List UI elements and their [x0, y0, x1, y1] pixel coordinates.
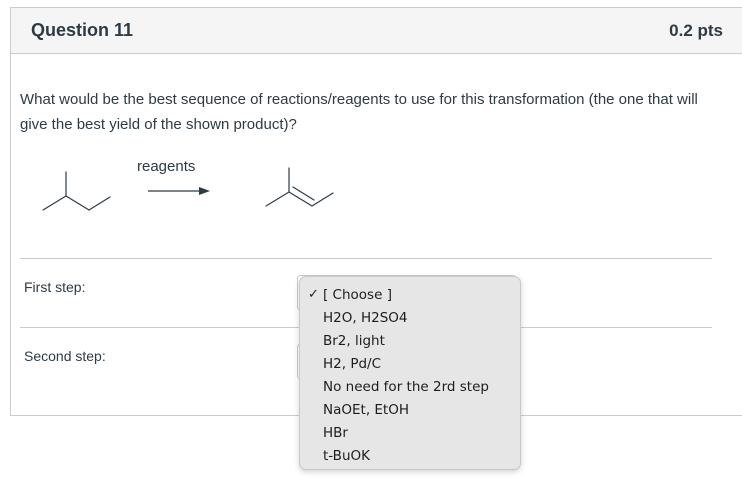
- divider: [20, 258, 712, 259]
- option-t-buok[interactable]: t-BuOK: [323, 448, 370, 464]
- second-step-label: Second step:: [24, 348, 106, 364]
- option-choose[interactable]: [ Choose ]: [323, 287, 392, 303]
- first-step-label: First step:: [24, 279, 86, 295]
- option-naoet-etoh[interactable]: NaOEt, EtOH: [323, 402, 409, 418]
- step-options-dropdown[interactable]: ✓ [ Choose ] H2O, H2SO4 Br2, light H2, P…: [299, 276, 521, 470]
- reaction-arrow: [148, 187, 210, 195]
- checkmark-icon: ✓: [308, 287, 319, 302]
- option-h2o-h2so4[interactable]: H2O, H2SO4: [323, 310, 407, 326]
- option-no-second-step[interactable]: No need for the 2rd step: [323, 379, 489, 395]
- option-hbr[interactable]: HBr: [323, 425, 348, 441]
- reagents-label: reagents: [137, 158, 196, 175]
- product-structure: [265, 167, 334, 207]
- option-h2-pdc[interactable]: H2, Pd/C: [323, 356, 381, 372]
- option-br2-light[interactable]: Br2, light: [323, 333, 385, 349]
- starting-material-structure: [42, 171, 111, 211]
